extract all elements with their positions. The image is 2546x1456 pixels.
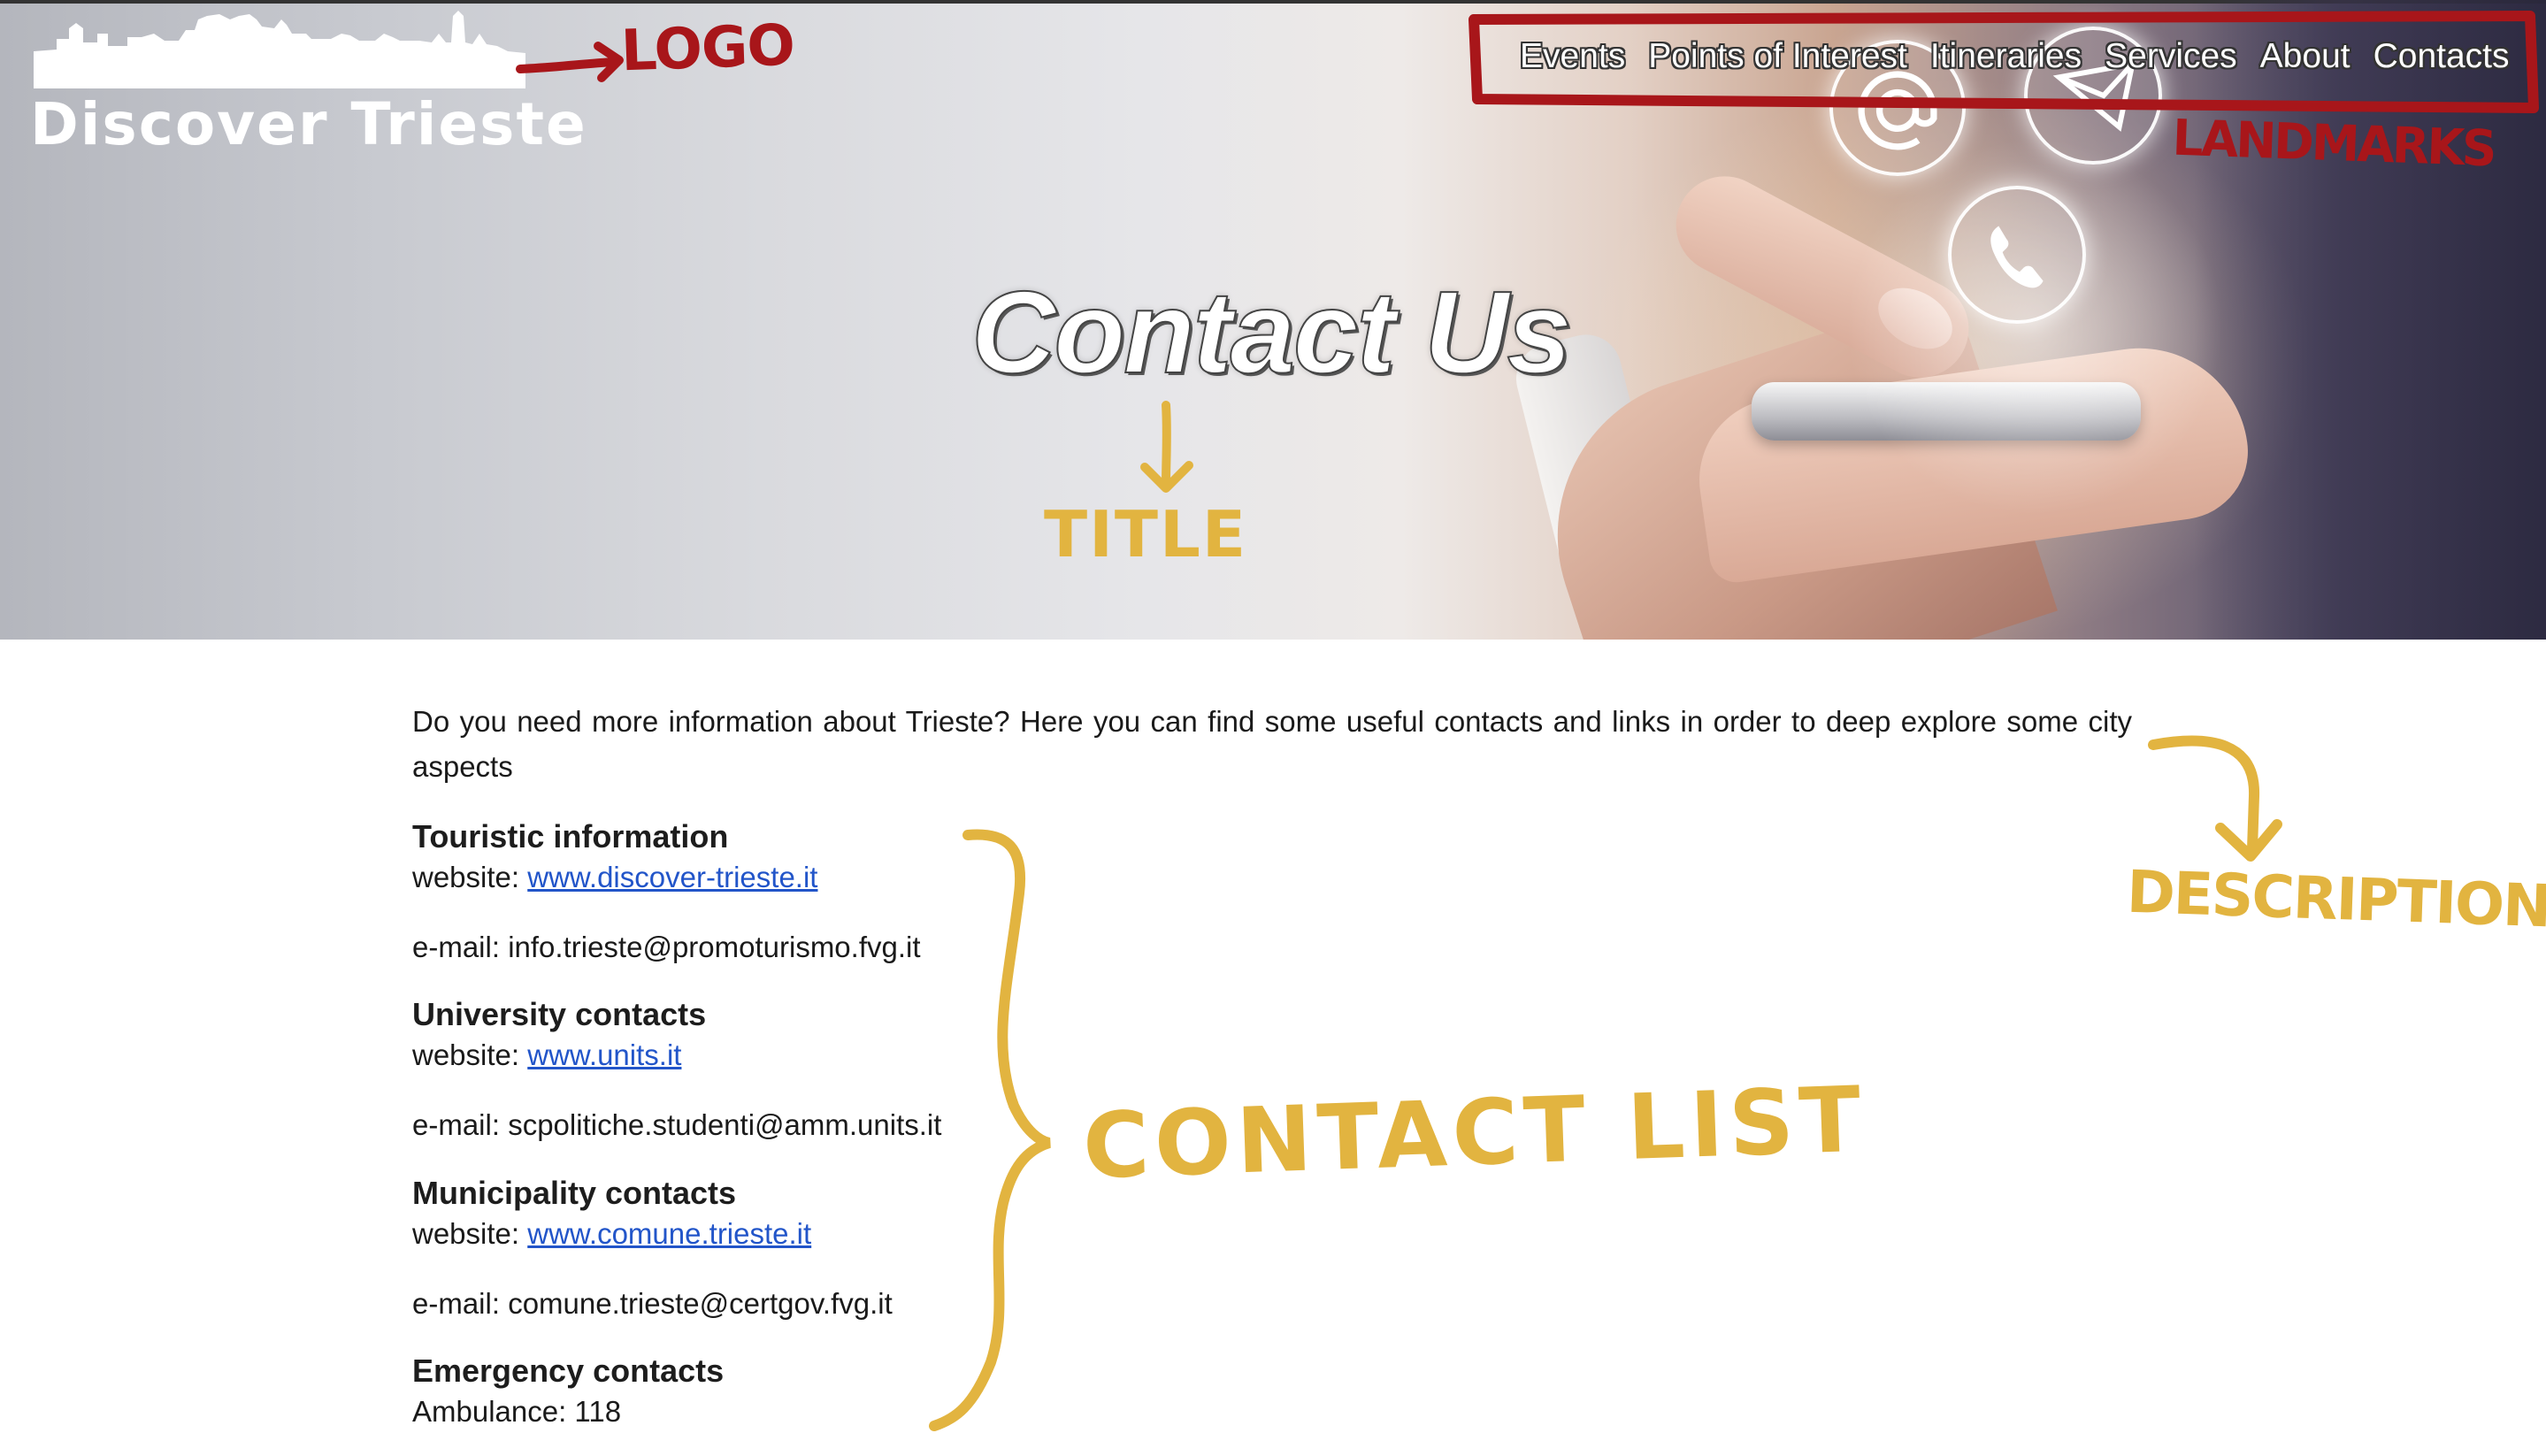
email-label: e-mail: (412, 931, 501, 963)
email-line: e-mail: scpolitiche.studenti@amm.units.i… (412, 1105, 941, 1146)
contact-list-brace (929, 829, 1052, 1431)
description-arrowhead (2215, 819, 2282, 862)
website-link[interactable]: www.discover-trieste.it (527, 861, 817, 893)
skyline-icon (34, 11, 525, 88)
nav-services[interactable]: Services (2105, 37, 2237, 76)
annotation-contact-list-label: CONTACT LIST (1081, 1067, 1868, 1200)
contact-section-touristic: Touristic information website: www.disco… (412, 816, 1297, 898)
content-area: Do you need more information about Tries… (412, 699, 2132, 789)
section-title: Touristic information (412, 818, 729, 854)
website-link[interactable]: www.units.it (527, 1038, 681, 1071)
website-label: website: (412, 861, 520, 893)
email-line: e-mail: comune.trieste@certgov.fvg.it (412, 1284, 893, 1324)
nav-contacts[interactable]: Contacts (2373, 37, 2510, 76)
hero-banner: Discover Trieste Events Points of Intere… (0, 0, 2546, 640)
site-logo[interactable]: Discover Trieste (30, 7, 586, 162)
contact-section-university: University contacts website: www.units.i… (412, 994, 1297, 1076)
website-label: website: (412, 1038, 520, 1071)
annotation-logo-label: LOGO (619, 12, 796, 85)
website-line: website: www.discover-trieste.it (412, 857, 1297, 898)
email-label: e-mail: (412, 1108, 501, 1141)
website-line: website: www.units.it (412, 1035, 1297, 1076)
section-title: Emergency contacts (412, 1353, 725, 1389)
page-title: Contact Us (970, 266, 1573, 398)
nav-itineraries[interactable]: Itineraries (1930, 37, 2082, 76)
nav-events[interactable]: Events (1520, 37, 1625, 76)
nav-points-of-interest[interactable]: Points of Interest (1648, 37, 1907, 76)
email-value: info.trieste@promoturismo.fvg.it (508, 931, 921, 963)
annotation-landmarks-label: LANDMARKS (2171, 109, 2496, 179)
emergency-line: Ambulance: 118 (412, 1395, 622, 1428)
website-link[interactable]: www.comune.trieste.it (527, 1217, 811, 1250)
section-title: University contacts (412, 996, 707, 1032)
page-description: Do you need more information about Tries… (412, 705, 2132, 783)
email-value: scpolitiche.studenti@amm.units.it (508, 1108, 942, 1141)
annotation-title-label: TITLE (1044, 497, 1248, 571)
contact-section-emergency: Emergency contacts Ambulance: 118 (412, 1351, 1297, 1432)
website-line: website: www.comune.trieste.it (412, 1214, 1297, 1254)
email-line: e-mail: info.trieste@promoturismo.fvg.it (412, 927, 921, 968)
annotation-description-label: DESCRIPTION (2125, 857, 2546, 941)
top-border (0, 0, 2546, 4)
website-label: website: (412, 1217, 520, 1250)
logo-text: Discover Trieste (30, 90, 587, 158)
email-value: comune.trieste@certgov.fvg.it (508, 1287, 893, 1320)
phone-icon (1948, 186, 2086, 324)
main-nav: Events Points of Interest Itineraries Se… (1520, 37, 2510, 76)
description-arrow (2148, 735, 2260, 854)
nav-about[interactable]: About (2260, 37, 2350, 76)
email-label: e-mail: (412, 1287, 501, 1320)
